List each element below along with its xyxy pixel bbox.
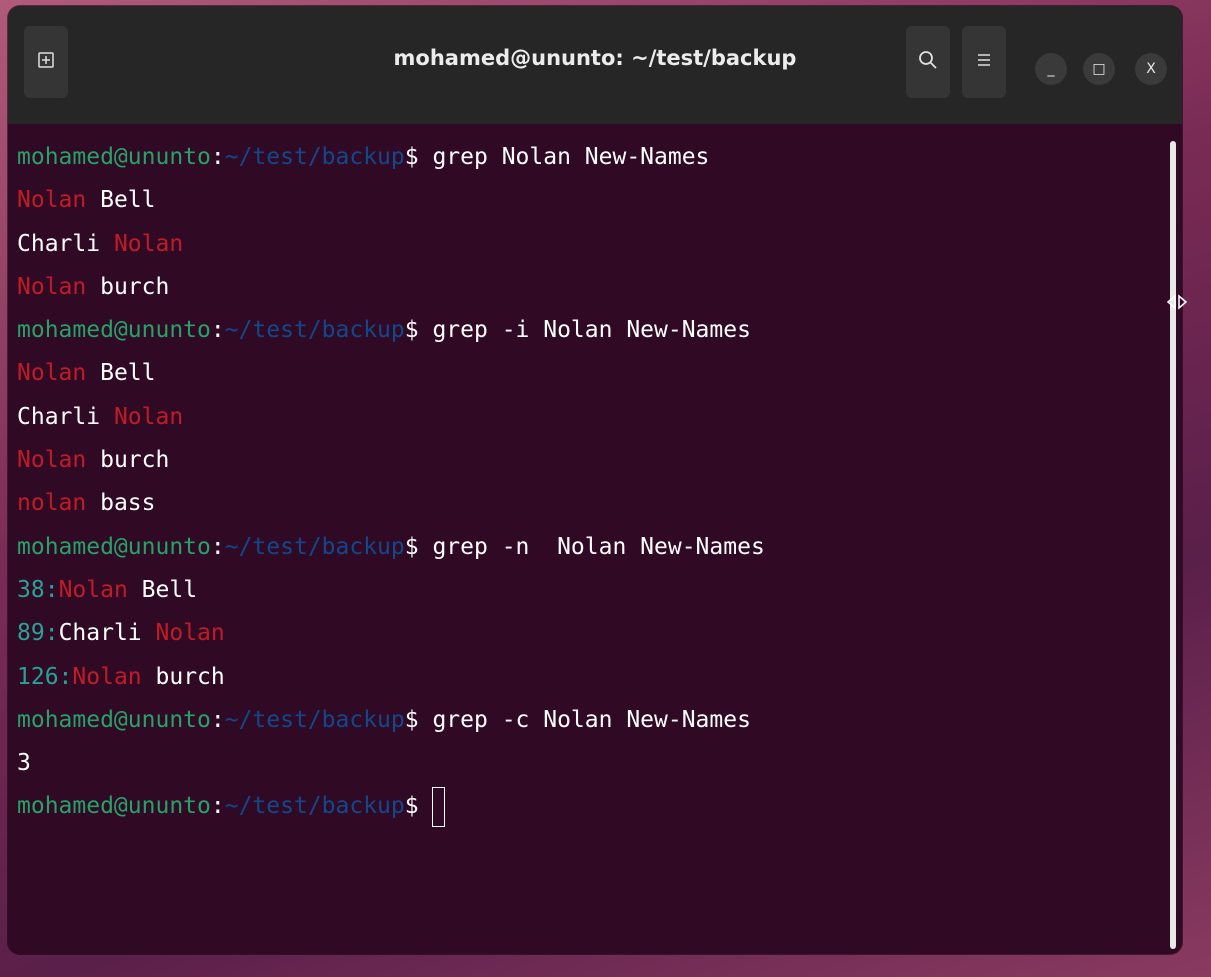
search-icon bbox=[918, 50, 938, 75]
match-text: Nolan bbox=[17, 360, 87, 387]
match-text: Nolan bbox=[17, 273, 87, 300]
new-tab-icon bbox=[37, 50, 55, 74]
output-line: Charli Nolan bbox=[17, 396, 1182, 439]
close-button[interactable]: X bbox=[1135, 53, 1167, 85]
output-text: bass bbox=[86, 490, 156, 517]
count-output: 3 bbox=[17, 750, 31, 777]
close-icon: X bbox=[1146, 61, 1156, 77]
match-text: Nolan bbox=[17, 447, 87, 474]
prompt-separator: : bbox=[210, 793, 225, 820]
command-text: grep Nolan New-Names bbox=[432, 144, 710, 170]
resize-handle-icon[interactable] bbox=[1165, 290, 1189, 314]
prompt-separator: : bbox=[210, 144, 225, 170]
line-number: 126 bbox=[17, 663, 59, 690]
prompt-separator: : bbox=[210, 317, 225, 344]
prompt-path: ~/test/backup bbox=[224, 533, 405, 560]
prompt-dollar: $ bbox=[404, 793, 433, 820]
output-line: Nolan Bell bbox=[17, 179, 1182, 222]
prompt-path: ~/test/backup bbox=[224, 144, 405, 170]
prompt-dollar: $ bbox=[404, 317, 433, 344]
prompt-user: mohamed@ununto bbox=[17, 144, 211, 170]
match-text: Nolan bbox=[58, 576, 128, 603]
output-text: Charli bbox=[58, 620, 156, 647]
prompt-path: ~/test/backup bbox=[224, 706, 405, 733]
line-number: 38 bbox=[17, 576, 45, 603]
line-number-colon: : bbox=[44, 620, 59, 647]
output-line: 89:Charli Nolan bbox=[17, 612, 1182, 655]
header-bar: mohamed@ununto: ~/test/backup _ □ X bbox=[8, 6, 1182, 124]
command-text: grep -n Nolan New-Names bbox=[432, 533, 765, 560]
output-line: Nolan burch bbox=[17, 266, 1182, 309]
output-line: 126:Nolan burch bbox=[17, 656, 1182, 699]
command-text: grep -i Nolan New-Names bbox=[432, 317, 751, 344]
prompt-separator: : bbox=[210, 533, 225, 560]
match-text: Nolan bbox=[113, 403, 184, 430]
prompt-user: mohamed@ununto bbox=[17, 317, 211, 344]
active-prompt-line[interactable]: mohamed@ununto:~/test/backup$ bbox=[17, 785, 1182, 828]
output-text: Charli bbox=[17, 403, 114, 430]
prompt-separator: : bbox=[210, 706, 225, 733]
prompt-user: mohamed@ununto bbox=[17, 793, 211, 820]
prompt-line: mohamed@ununto:~/test/backup$ grep Nolan… bbox=[17, 136, 1182, 179]
prompt-path: ~/test/backup bbox=[224, 317, 405, 344]
line-number: 89 bbox=[17, 620, 45, 647]
prompt-line: mohamed@ununto:~/test/backup$ grep -i No… bbox=[17, 309, 1182, 352]
prompt-line: mohamed@ununto:~/test/backup$ grep -c No… bbox=[17, 699, 1182, 742]
text-cursor bbox=[432, 786, 446, 827]
scrollbar[interactable] bbox=[1170, 141, 1176, 949]
prompt-path: ~/test/backup bbox=[224, 793, 405, 820]
line-number-colon: : bbox=[58, 663, 73, 690]
output-line: Charli Nolan bbox=[17, 223, 1182, 266]
match-text: nolan bbox=[17, 490, 87, 517]
prompt-dollar: $ bbox=[404, 706, 433, 733]
prompt-line: mohamed@ununto:~/test/backup$ grep -n No… bbox=[17, 526, 1182, 569]
prompt-user: mohamed@ununto bbox=[17, 533, 211, 560]
output-text: Bell bbox=[127, 576, 198, 603]
output-line: Nolan burch bbox=[17, 439, 1182, 482]
terminal-output[interactable]: mohamed@ununto:~/test/backup$ grep Nolan… bbox=[8, 124, 1182, 954]
terminal-window: mohamed@ununto: ~/test/backup _ □ X moha… bbox=[8, 6, 1182, 954]
prompt-dollar: $ bbox=[404, 533, 433, 560]
output-text: Bell bbox=[86, 187, 156, 214]
output-line: 38:Nolan Bell bbox=[17, 569, 1182, 612]
minimize-icon: _ bbox=[1047, 61, 1055, 77]
output-text: burch bbox=[86, 273, 170, 300]
minimize-button[interactable]: _ bbox=[1035, 53, 1067, 85]
command-text: grep -c Nolan New-Names bbox=[432, 706, 751, 733]
match-text: Nolan bbox=[155, 620, 225, 647]
menu-button[interactable] bbox=[962, 26, 1006, 98]
output-line: 3 bbox=[17, 742, 1182, 785]
match-text: Nolan bbox=[72, 663, 142, 690]
output-line: Nolan Bell bbox=[17, 352, 1182, 395]
prompt-dollar: $ bbox=[404, 144, 433, 170]
output-line: nolan bass bbox=[17, 482, 1182, 525]
output-text: burch bbox=[141, 663, 225, 690]
new-tab-button[interactable] bbox=[24, 26, 68, 98]
maximize-button[interactable]: □ bbox=[1083, 53, 1115, 85]
output-text: burch bbox=[86, 447, 170, 474]
prompt-user: mohamed@ununto bbox=[17, 706, 211, 733]
output-text: Charli bbox=[17, 230, 114, 257]
output-text: Bell bbox=[86, 360, 156, 387]
line-number-colon: : bbox=[44, 576, 59, 603]
match-text: Nolan bbox=[113, 230, 184, 257]
maximize-icon: □ bbox=[1092, 61, 1106, 77]
match-text: Nolan bbox=[17, 187, 87, 214]
search-button[interactable] bbox=[906, 26, 950, 98]
hamburger-menu-icon bbox=[975, 50, 993, 74]
